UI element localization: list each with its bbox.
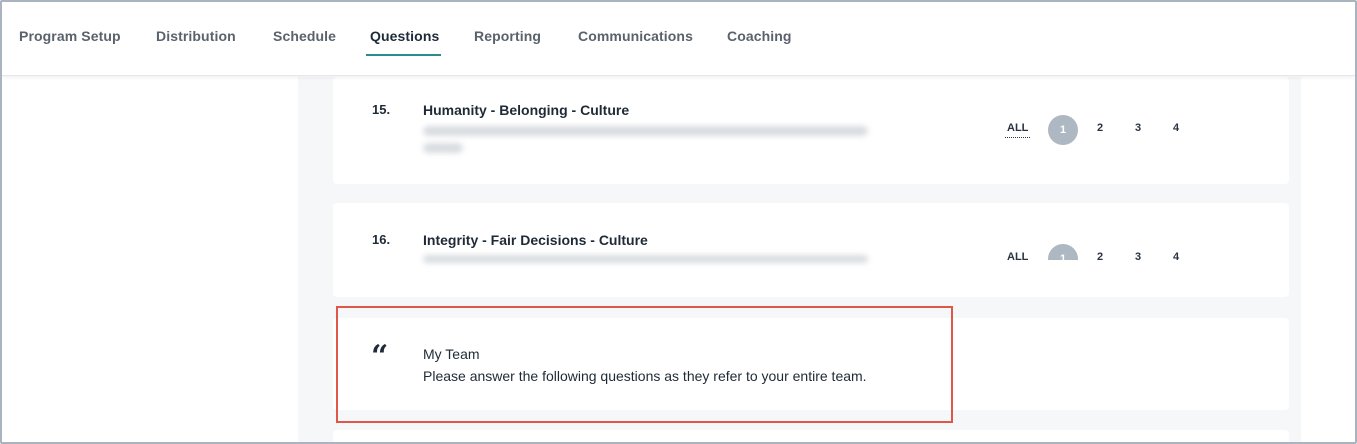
question-number: 15. <box>372 102 391 117</box>
tab-program-setup[interactable]: Program Setup <box>19 28 121 44</box>
scale-option[interactable]: 4 <box>1166 122 1186 134</box>
question-text-redacted <box>423 143 463 153</box>
scale-option[interactable]: 4 <box>1166 251 1186 260</box>
question-title: Humanity - Belonging - Culture <box>423 102 630 118</box>
top-nav: Program Setup Distribution Schedule Ques… <box>2 2 1355 76</box>
quote-icon: “ <box>371 339 389 374</box>
tab-questions[interactable]: Questions <box>370 28 439 44</box>
scale-option[interactable]: 2 <box>1090 251 1110 260</box>
scale-option-selected[interactable]: 1 <box>1048 244 1078 260</box>
next-card <box>333 430 1289 442</box>
question-number: 16. <box>372 232 391 247</box>
tab-communications[interactable]: Communications <box>578 28 693 44</box>
question-card: 16. Integrity - Fair Decisions - Culture… <box>333 203 1289 297</box>
section-title: My Team <box>423 346 480 362</box>
question-title: Integrity - Fair Decisions - Culture <box>423 232 648 248</box>
tab-reporting[interactable]: Reporting <box>474 28 541 44</box>
scale-all-option[interactable]: ALL <box>1005 122 1031 138</box>
section-header-card: “ My Team Please answer the following qu… <box>333 318 1289 410</box>
tab-distribution[interactable]: Distribution <box>156 28 236 44</box>
rating-scale: ALL 1 2 3 4 <box>1005 244 1195 260</box>
scale-option[interactable]: 3 <box>1128 251 1148 260</box>
tab-schedule[interactable]: Schedule <box>273 28 336 44</box>
tab-coaching[interactable]: Coaching <box>727 28 792 44</box>
question-text-redacted <box>423 126 868 136</box>
scale-option-selected[interactable]: 1 <box>1048 115 1078 145</box>
rating-scale-clip: ALL 1 2 3 4 <box>1005 244 1195 260</box>
scale-option[interactable]: 3 <box>1128 122 1148 134</box>
scale-option[interactable]: 2 <box>1090 122 1110 134</box>
active-tab-indicator <box>366 54 441 56</box>
section-description: Please answer the following questions as… <box>423 368 867 384</box>
app-frame: Program Setup Distribution Schedule Ques… <box>0 0 1357 444</box>
question-card: 15. Humanity - Belonging - Culture ALL 1… <box>333 77 1289 184</box>
rating-scale: ALL 1 2 3 4 <box>1005 115 1195 145</box>
scale-all-option[interactable]: ALL <box>1005 251 1030 260</box>
question-text-redacted <box>423 255 868 263</box>
